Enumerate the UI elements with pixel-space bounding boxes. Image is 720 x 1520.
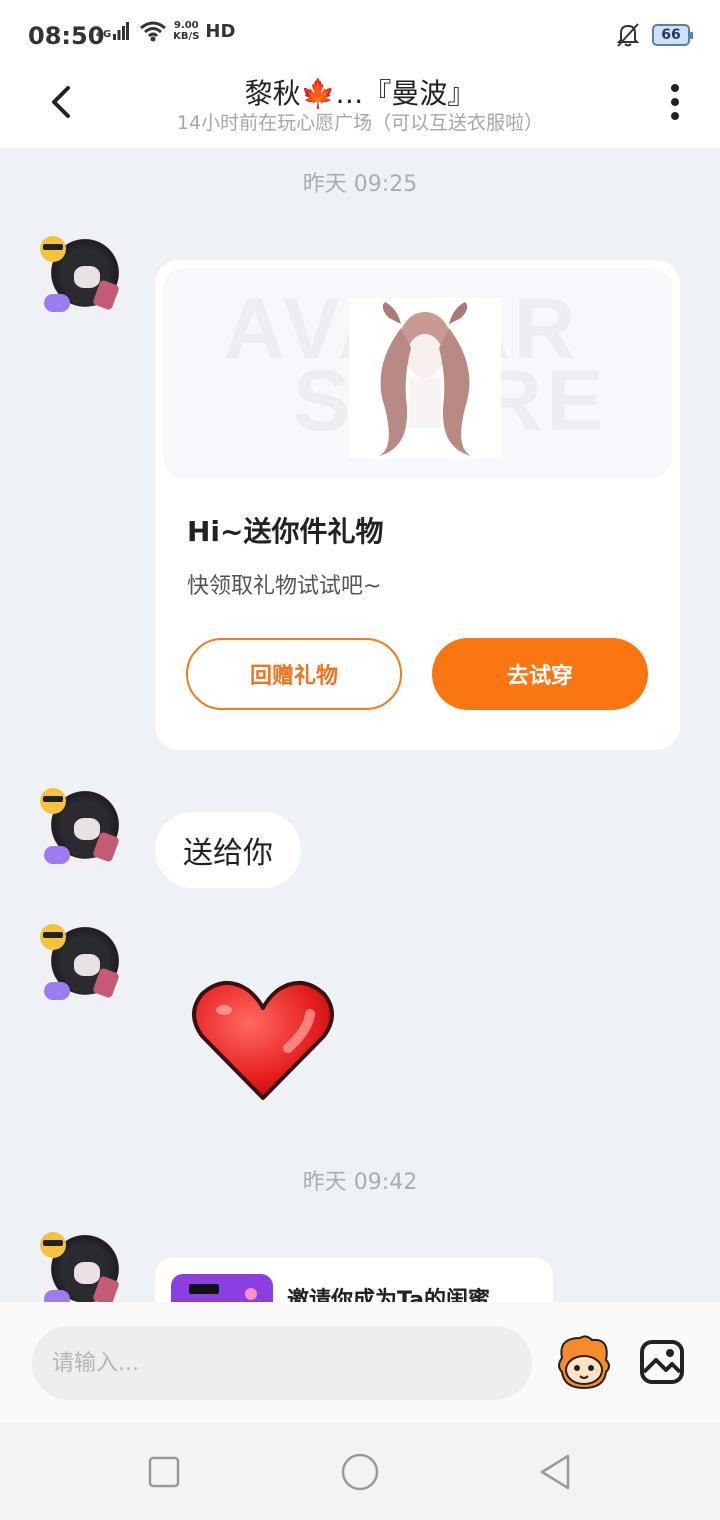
more-button[interactable] <box>660 82 690 122</box>
chat-title[interactable]: 黎秋🍁…『曼波』 <box>0 72 720 112</box>
sunglasses-badge-icon <box>40 924 66 950</box>
emoji-mascot-icon <box>558 1335 610 1390</box>
heart-sticker-icon[interactable] <box>190 978 336 1104</box>
input-bar <box>0 1302 720 1422</box>
chat-header: 黎秋🍁…『曼波』 14小时前在玩心愿广场（可以互送衣服啦） <box>0 72 720 148</box>
gift-image-area: AVATAR STORE <box>163 268 672 478</box>
status-bar: 08:50 4G 9.00 KB/S HD 66 <box>0 0 720 72</box>
wifi-icon <box>140 21 167 42</box>
avatar[interactable] <box>40 236 126 318</box>
status-icons: 4G 9.00 KB/S HD <box>96 20 235 42</box>
message-timestamp: 昨天 09:42 <box>302 1170 418 1195</box>
gift-description: 快领取礼物试试吧~ <box>187 574 382 599</box>
purple-badge-icon <box>44 1290 70 1302</box>
network-speed: 9.00 KB/S <box>173 20 199 42</box>
avatar[interactable] <box>40 924 126 1006</box>
nav-home-button[interactable] <box>340 1452 380 1492</box>
hd-label: HD <box>205 20 236 42</box>
avatar[interactable] <box>40 788 126 870</box>
invite-text: 邀请你成为Ta的闺蜜 <box>287 1288 491 1302</box>
status-time: 08:50 <box>28 22 105 50</box>
try-on-button[interactable]: 去试穿 <box>432 638 648 710</box>
message-timestamp: 昨天 09:25 <box>302 172 418 197</box>
purple-badge-icon <box>44 982 70 1000</box>
speed-unit: KB/S <box>173 31 200 42</box>
image-button[interactable] <box>638 1338 686 1386</box>
speed-value: 9.00 <box>173 20 199 31</box>
battery-indicator: 66 <box>652 24 693 46</box>
circle-icon <box>341 1453 379 1491</box>
chat-messages[interactable]: 昨天 09:25 AVATAR STORE Hi~送你件礼物 <box>0 148 720 1302</box>
square-icon <box>148 1456 180 1488</box>
gift-item-image <box>349 298 501 458</box>
more-vertical-icon <box>671 84 679 120</box>
emoji-button[interactable] <box>554 1332 614 1392</box>
nav-back-button[interactable] <box>536 1452 576 1492</box>
text-message-bubble[interactable]: 送给你 <box>155 812 301 888</box>
status-right: 66 <box>616 22 693 48</box>
purple-badge-icon <box>44 846 70 864</box>
triangle-back-icon <box>540 1454 570 1490</box>
gift-title: Hi~送你件礼物 <box>187 515 384 548</box>
invite-card[interactable]: 邀请你成为Ta的闺蜜 <box>155 1258 553 1302</box>
invite-thumbnail <box>171 1274 273 1302</box>
bell-muted-icon <box>616 23 640 47</box>
message-input[interactable] <box>32 1326 532 1400</box>
network-type: 4G <box>96 29 112 40</box>
image-icon <box>640 1340 684 1384</box>
avatar[interactable] <box>40 1232 126 1302</box>
return-gift-button[interactable]: 回赠礼物 <box>186 638 402 710</box>
sunglasses-badge-icon <box>40 788 66 814</box>
signal-icon: 4G <box>96 22 130 40</box>
nav-recent-button[interactable] <box>144 1452 184 1492</box>
sunglasses-badge-icon <box>40 1232 66 1258</box>
system-nav-bar <box>0 1422 720 1520</box>
gift-card[interactable]: AVATAR STORE Hi~送你件礼物 快领取礼物试试吧~ 回赠礼物 去试穿 <box>155 260 680 750</box>
purple-badge-icon <box>44 294 70 312</box>
sunglasses-badge-icon <box>40 236 66 262</box>
chat-subtitle: 14小时前在玩心愿广场（可以互送衣服啦） <box>176 112 544 134</box>
